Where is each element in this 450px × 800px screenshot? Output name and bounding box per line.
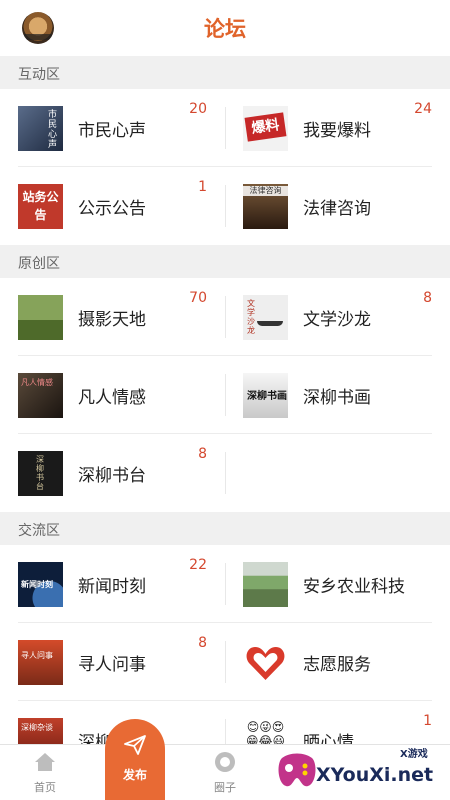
forum-law[interactable]: 法律咨询 法律咨询 [225,167,450,245]
section-header-exchange: 交流区 [0,512,450,545]
forum-thumbnail: 新闻时刻 [18,562,63,607]
forum-label: 凡人情感 [78,388,146,408]
forum-thumbnail: 站务公告 [18,184,63,229]
forum-label: 摄影天地 [78,310,146,330]
forum-baoliao[interactable]: 爆料 我要爆料 24 [225,89,450,167]
forum-volunteer[interactable]: 志愿服务 [225,623,450,701]
heart-hand-icon [243,640,288,685]
forum-label: 市民心声 [78,121,146,141]
forum-label: 新闻时刻 [78,577,146,597]
forum-row: 新闻时刻 新闻时刻 22 安乡农业科技 [0,545,450,623]
section-title: 互动区 [18,67,60,83]
post-count: 8 [198,446,207,462]
post-count: 20 [189,101,207,117]
post-count: 1 [423,713,432,729]
forum-row: 市民心声 市民心声 20 爆料 我要爆料 24 [0,89,450,167]
watermark-text: XYouXi.net [316,764,434,786]
forum-shutai[interactable]: 深柳书台 深柳书台 8 [0,434,225,512]
forum-thumbnail: 凡人情感 [18,373,63,418]
forum-farm[interactable]: 安乡农业科技 [225,545,450,623]
paper-plane-icon [124,735,146,755]
forum-shuhua[interactable]: 深柳书画 深柳书画 [225,356,450,434]
chat-bubble-icon [215,752,235,772]
forum-thumbnail [18,295,63,340]
forum-thumbnail: 寻人问事 [18,640,63,685]
forum-label: 公示公告 [78,199,146,219]
forum-citizen[interactable]: 市民心声 市民心声 20 [0,89,225,167]
post-count: 8 [423,290,432,306]
forum-row: 摄影天地 70 文学沙龙 文学沙龙 8 [0,278,450,356]
forum-wenxue[interactable]: 文学沙龙 文学沙龙 8 [225,278,450,356]
forum-row: 凡人情感 凡人情感 深柳书画 深柳书画 [0,356,450,434]
nav-circle[interactable]: 圈子 [180,745,270,800]
forum-label: 深柳书台 [78,466,146,486]
watermark-logo: X游戏 XYouXi.net [276,742,444,796]
post-count: 8 [198,635,207,651]
forum-thumbnail [243,562,288,607]
forum-fanren[interactable]: 凡人情感 凡人情感 [0,356,225,434]
forum-thumbnail: 深柳书台 [18,451,63,496]
forum-row: 寻人问事 寻人问事 8 志愿服务 [0,623,450,701]
forum-label: 志愿服务 [303,655,371,675]
forum-thumbnail: 市民心声 [18,106,63,151]
forum-thumbnail: 文学沙龙 [243,295,288,340]
watermark-subtext: X游戏 [400,749,428,760]
section-header-original: 原创区 [0,245,450,278]
forum-label: 深柳书画 [303,388,371,408]
forum-label: 文学沙龙 [303,310,371,330]
gamepad-icon [278,753,316,787]
forum-thumbnail: 深柳书画 [243,373,288,418]
forum-label: 我要爆料 [303,121,371,141]
top-bar: 论坛 [0,0,450,56]
publish-button[interactable]: 发布 [105,719,165,800]
section-title: 交流区 [18,523,60,539]
forum-row: 深柳书台 深柳书台 8 [0,434,450,512]
page-title: 论坛 [204,17,246,41]
post-count: 22 [189,557,207,573]
forum-photo[interactable]: 摄影天地 70 [0,278,225,356]
section-header-interaction: 互动区 [0,56,450,89]
section-title: 原创区 [18,256,60,272]
forum-gongshi[interactable]: 站务公告 公示公告 1 [0,167,225,245]
post-count: 1 [198,179,207,195]
forum-row: 站务公告 公示公告 1 法律咨询 法律咨询 [0,167,450,245]
forum-xunren[interactable]: 寻人问事 寻人问事 8 [0,623,225,701]
publish-label: 发布 [122,768,147,782]
nav-label: 圈子 [214,781,236,794]
nav-home[interactable]: 首页 [0,745,90,800]
forum-label: 安乡农业科技 [303,577,405,597]
forum-label: 寻人问事 [78,655,146,675]
forum-news[interactable]: 新闻时刻 新闻时刻 22 [0,545,225,623]
forum-label: 法律咨询 [303,199,371,219]
home-icon [35,753,55,771]
forum-thumbnail: 爆料 [243,106,288,151]
forum-thumbnail: 法律咨询 [243,184,288,229]
post-count: 70 [189,290,207,306]
nav-label: 首页 [34,781,56,794]
post-count: 24 [414,101,432,117]
